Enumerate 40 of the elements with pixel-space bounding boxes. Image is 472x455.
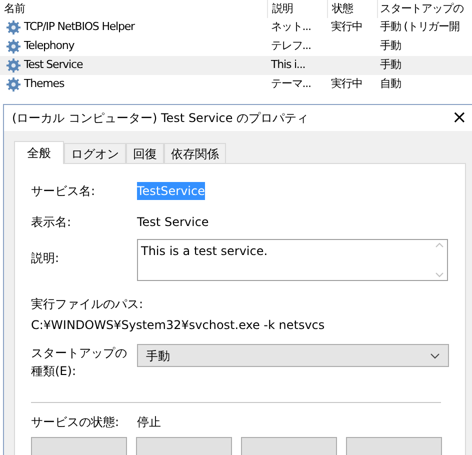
- service-name: Telephony: [24, 38, 74, 54]
- column-header[interactable]: 名前: [0, 0, 268, 18]
- service-name: Test Service: [24, 57, 83, 74]
- service-status-value: 停止: [137, 414, 161, 431]
- service-description: テーマ...: [271, 77, 311, 90]
- column-header[interactable]: スタートアップの: [378, 0, 472, 18]
- field-label: スタートアップの: [31, 345, 128, 362]
- service-description: テレフ...: [271, 39, 311, 52]
- service-row[interactable]: TCP/IP NetBIOS Helper ネット... 実行中 手動 (トリガー開: [0, 18, 472, 37]
- field-label: 説明:: [31, 250, 60, 267]
- field-label: 実行ファイルのパス:: [31, 296, 144, 313]
- tab[interactable]: 依存関係: [164, 143, 226, 163]
- description-field[interactable]: This is a test service.: [137, 239, 448, 281]
- field-label: サービス名:: [31, 183, 96, 200]
- startup-type-dropdown[interactable]: 手動: [137, 344, 449, 367]
- service-row[interactable]: Test Service This i... 手動: [0, 56, 472, 75]
- service-name: Themes: [24, 76, 64, 92]
- display-name-value: Test Service: [137, 214, 209, 231]
- service-name: TCP/IP NetBIOS Helper: [24, 19, 134, 36]
- close-button[interactable]: ×: [442, 109, 472, 127]
- field-label: 種類(E):: [31, 363, 77, 380]
- startup-type: 手動 (トリガー開: [380, 20, 460, 34]
- service-status: 実行中: [331, 20, 362, 34]
- tab[interactable]: ログオン: [64, 143, 126, 163]
- service-row[interactable]: Themes テーマ... 実行中 自動: [0, 75, 472, 94]
- path-value: C:¥WINDOWS¥System32¥svchost.exe -k netsvcs: [31, 317, 326, 334]
- tab[interactable]: 回復: [126, 143, 164, 163]
- service-row[interactable]: Telephony テレフ... 手動: [0, 37, 472, 56]
- service-description: This i...: [271, 58, 306, 72]
- column-header[interactable]: 説明: [268, 0, 328, 18]
- field-label: サービスの状態:: [31, 414, 120, 431]
- startup-type: 手動: [380, 39, 401, 52]
- service-description: ネット...: [271, 20, 311, 34]
- tab[interactable]: 全般: [14, 141, 64, 164]
- field-label: 表示名:: [31, 214, 72, 231]
- column-header[interactable]: 状態: [328, 0, 378, 18]
- startup-type: 手動: [380, 58, 401, 72]
- window-title: (ローカル コンピューター) Test Service のプロパティ: [12, 110, 309, 127]
- service-status: 実行中: [331, 77, 362, 90]
- startup-type: 自動: [380, 77, 401, 90]
